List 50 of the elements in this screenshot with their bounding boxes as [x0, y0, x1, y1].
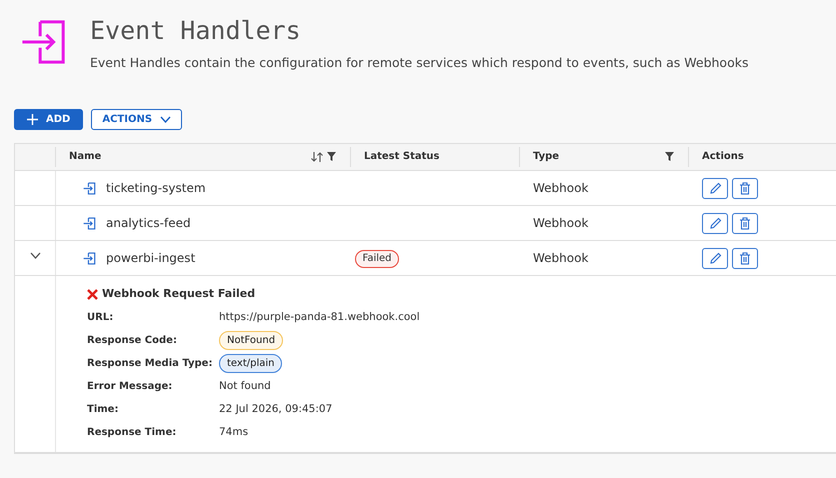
handler-name: analytics-feed — [106, 214, 191, 232]
trash-icon — [739, 252, 751, 265]
value-badge: text/plain — [219, 354, 282, 374]
status-badge: Failed — [355, 250, 399, 268]
filter-icon[interactable] — [665, 152, 674, 162]
sign-in-icon — [83, 216, 96, 230]
delete-button[interactable] — [732, 248, 758, 269]
handler-name: ticketing-system — [106, 180, 206, 197]
plus-icon — [27, 114, 38, 125]
handler-type: Webhook — [533, 250, 588, 267]
field-label: URL: — [87, 311, 114, 326]
error-x-icon — [87, 288, 98, 300]
value-badge: NotFound — [219, 331, 284, 350]
handler-type: Webhook — [533, 180, 588, 197]
field-value: https://purple-panda-81.webhook.cool — [219, 310, 420, 325]
trash-icon — [739, 182, 751, 195]
field-value: 74ms — [219, 424, 248, 440]
actions-dropdown[interactable]: ACTIONS — [91, 108, 182, 130]
edit-button[interactable] — [702, 212, 728, 234]
delete-button[interactable] — [732, 178, 758, 199]
chevron-down-icon[interactable] — [30, 252, 40, 259]
edit-button[interactable] — [702, 178, 728, 199]
column-header: Latest Status — [364, 150, 440, 164]
sign-in-icon — [83, 182, 96, 195]
field-value: 22 Jul 2026, 09:45:07 — [219, 402, 332, 417]
pencil-icon — [708, 252, 722, 265]
trash-icon — [739, 216, 751, 230]
page-description: Event Handles contain the configuration for remote services which respond to events, such as Webhooks — [90, 54, 748, 72]
field-value: Not found — [219, 378, 271, 394]
pencil-icon — [708, 182, 722, 195]
field-label: Error Message: — [87, 380, 174, 394]
page-title: Event Handlers — [90, 16, 302, 46]
pencil-icon — [708, 216, 722, 230]
sort-icon[interactable] — [311, 152, 323, 162]
caret-icon — [160, 116, 172, 123]
field-label: Response Time: — [87, 426, 178, 440]
sign-in-icon — [83, 252, 96, 265]
failure-title: Webhook Request Failed — [102, 286, 256, 302]
filter-icon[interactable] — [327, 152, 336, 162]
field-label: Response Code: — [87, 334, 178, 348]
column-header: Type — [533, 150, 560, 164]
field-label: Response Media Type: — [87, 357, 214, 372]
column-header: Actions — [702, 150, 744, 164]
handler-name: powerbi-ingest — [106, 250, 196, 267]
handler-type: Webhook — [533, 214, 588, 232]
add-button[interactable]: ADD — [14, 108, 84, 130]
edit-button[interactable] — [702, 248, 728, 269]
delete-button[interactable] — [732, 212, 758, 234]
column-header: Name — [69, 150, 102, 164]
field-label: Time: — [87, 403, 120, 418]
